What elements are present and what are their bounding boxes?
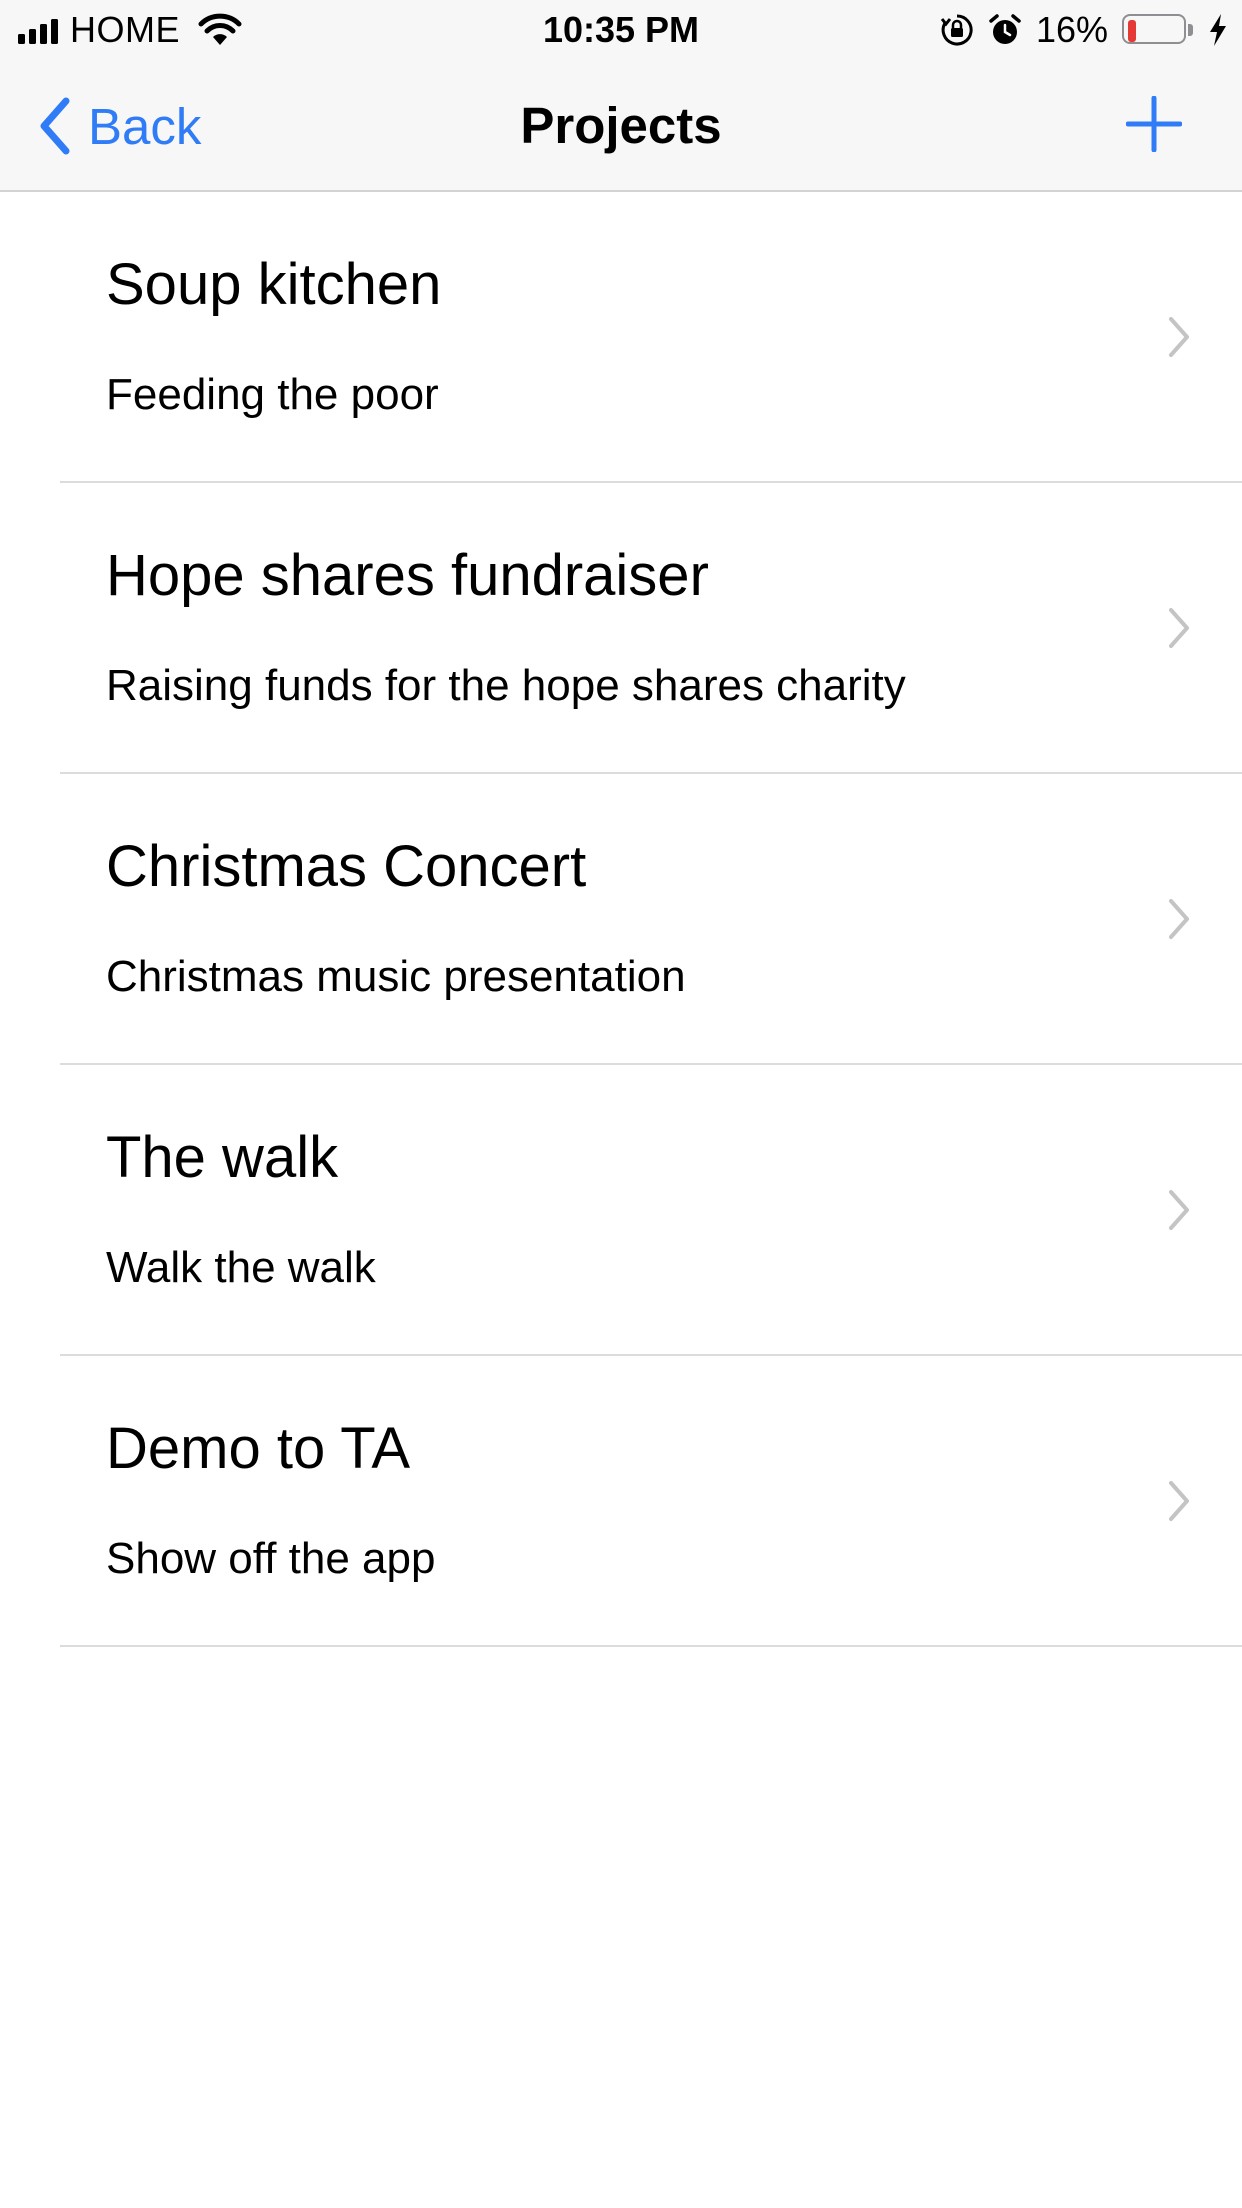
battery-icon [1122,14,1194,46]
project-subtitle: Christmas music presentation [106,952,686,1001]
projects-screen: HOME 10:35 PM 16% Back Projects Soup kit… [0,0,1242,2208]
alarm-icon [989,14,1021,44]
battery-percent: 16% [1035,9,1108,50]
battery-body [1122,14,1186,44]
project-list: Soup kitchen Feeding the poor Hope share… [0,192,1242,1647]
list-item[interactable]: Hope shares fundraiser Raising funds for… [60,483,1242,774]
chevron-right-icon [1169,1190,1189,1230]
carrier-label: HOME [70,9,180,50]
orientation-lock-icon [940,14,973,46]
chevron-right-icon [1169,899,1189,939]
project-title: Christmas Concert [106,834,587,899]
chevron-right-icon [1169,317,1189,357]
chevron-right-icon [1169,608,1189,648]
navigation-bar: Back Projects [0,60,1242,192]
status-bar-right: 16% [926,0,1228,60]
project-subtitle: Show off the app [106,1534,436,1583]
project-subtitle: Raising funds for the hope shares charit… [106,661,906,710]
signal-icon [18,16,58,44]
project-title: Demo to TA [106,1416,411,1481]
project-title: Hope shares fundraiser [106,543,709,608]
plus-icon[interactable] [1126,96,1182,152]
status-bar-left: HOME [18,0,242,60]
charging-bolt-icon [1210,14,1226,46]
project-title: The walk [106,1125,339,1190]
battery-level [1128,20,1136,42]
wifi-icon [198,13,242,45]
status-time: 10:35 PM [542,9,700,50]
project-title: Soup kitchen [106,252,442,317]
list-item[interactable]: Soup kitchen Feeding the poor [60,192,1242,483]
back-button-label: Back [88,97,202,155]
status-bar: HOME 10:35 PM 16% [0,0,1242,60]
chevron-right-icon [1169,1481,1189,1521]
project-subtitle: Feeding the poor [106,370,439,419]
back-button[interactable]: Back [36,96,201,156]
battery-tip [1188,24,1193,36]
project-subtitle: Walk the walk [106,1243,376,1292]
chevron-left-icon [40,97,70,155]
list-item[interactable]: The walk Walk the walk [60,1065,1242,1356]
list-item[interactable]: Demo to TA Show off the app [60,1356,1242,1647]
list-item[interactable]: Christmas Concert Christmas music presen… [60,774,1242,1065]
page-title: Projects [520,97,722,154]
